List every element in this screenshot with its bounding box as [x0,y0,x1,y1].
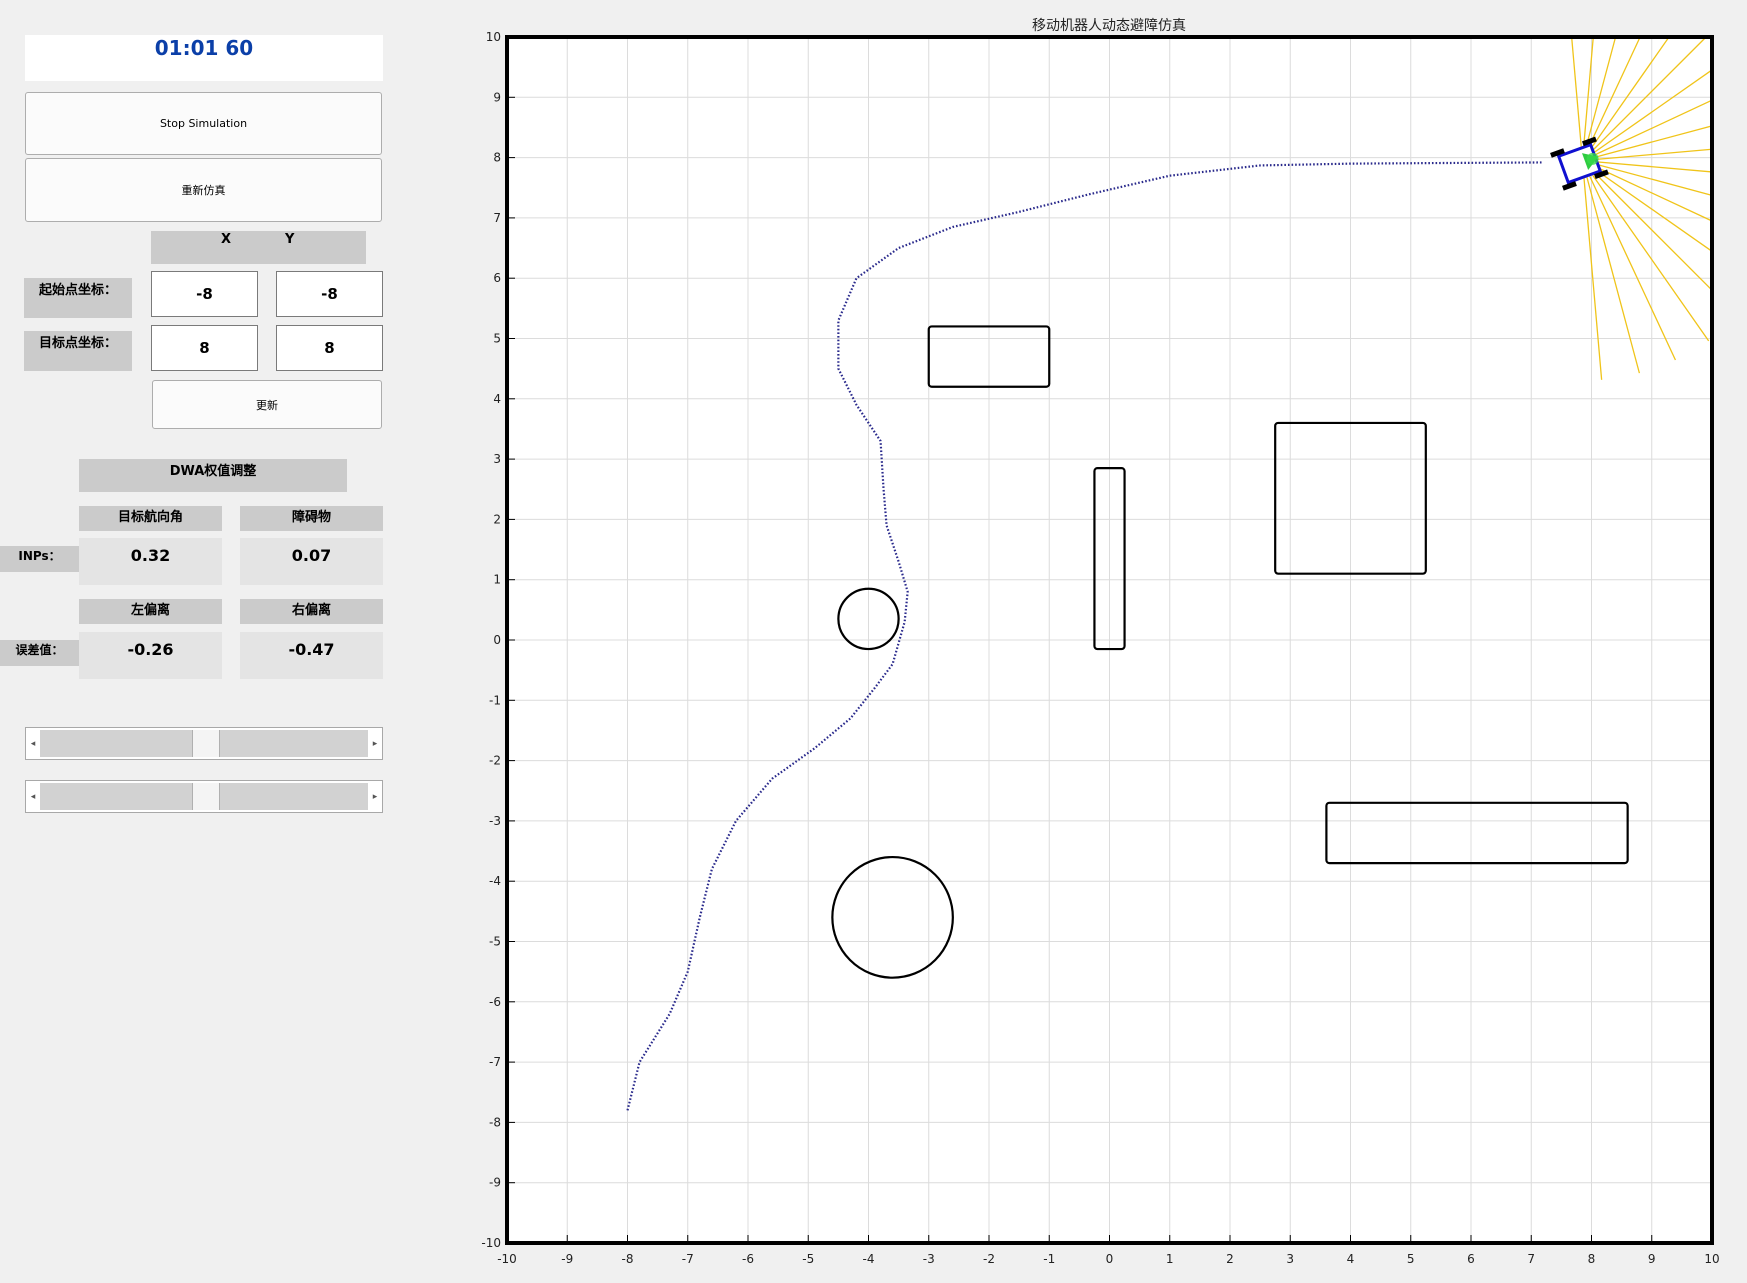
y-tick-label: 8 [493,151,501,165]
x-tick-label: -2 [983,1252,995,1266]
x-tick-label: -9 [561,1252,573,1266]
x-tick-label: 5 [1407,1252,1415,1266]
x-tick-label: -6 [742,1252,754,1266]
plot-title: 移动机器人动态避障仿真 [1032,18,1186,34]
simulation-plot[interactable]: 移动机器人动态避障仿真 -10 -9 -8 -7 -6 -5 -4 -3 -2 -1 0 1 2 3 4 5 6… [0,0,1747,1283]
y-tick-label: 3 [493,452,501,466]
x-tick-label: 1 [1166,1252,1174,1266]
y-tick-label: -1 [489,693,501,707]
x-tick-label: 6 [1467,1252,1475,1266]
y-tick-label: 1 [493,573,501,587]
y-tick-label: 4 [493,392,501,406]
y-tick-label: -4 [489,874,501,888]
y-tick-label: 9 [493,90,501,104]
y-tick-label: 2 [493,512,501,526]
x-tick-label: -3 [923,1252,935,1266]
x-tick-label: 9 [1648,1252,1656,1266]
x-tick-label: -4 [863,1252,875,1266]
y-tick-label: 6 [493,271,501,285]
y-tick-label: 7 [493,211,501,225]
y-tick-label: -5 [489,935,501,949]
plot-grid [506,36,1713,1244]
y-tick-label: -7 [489,1055,501,1069]
x-tick-label: -10 [497,1252,517,1266]
y-tick-label: -8 [489,1115,501,1129]
y-tick-label: -9 [489,1176,501,1190]
x-tick-label: 7 [1527,1252,1535,1266]
x-tick-label: 3 [1286,1252,1294,1266]
y-tick-label: -10 [481,1236,501,1250]
x-tick-label: -1 [1043,1252,1055,1266]
x-tick-label: 10 [1704,1252,1719,1266]
x-tick-label: 2 [1226,1252,1234,1266]
x-tick-label: -7 [682,1252,694,1266]
y-tick-label: -2 [489,754,501,768]
x-tick-label: -8 [622,1252,634,1266]
x-tick-label: -5 [802,1252,814,1266]
x-tick-label: 0 [1106,1252,1114,1266]
y-tick-label: 5 [493,332,501,346]
y-tick-label: -6 [489,995,501,1009]
y-tick-label: 0 [493,633,501,647]
y-tick-label: 10 [486,30,501,44]
y-tick-label: -3 [489,814,501,828]
x-tick-label: 4 [1347,1252,1355,1266]
x-tick-label: 8 [1588,1252,1596,1266]
